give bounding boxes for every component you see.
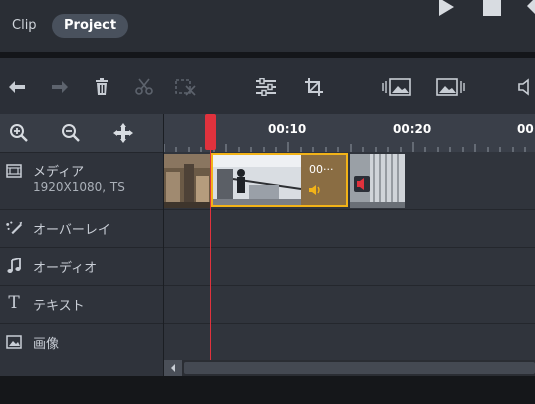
scroll-left-button[interactable]	[164, 360, 182, 376]
music-note-icon	[5, 257, 23, 275]
play-icon[interactable]	[434, 0, 458, 22]
top-bar: Clip Project	[0, 0, 535, 52]
lane-divider	[164, 247, 535, 248]
track-panel: メディア 1920X1080, TS オーバーレイ オーディオ T テキスト 画…	[0, 114, 163, 376]
redo-icon[interactable]	[48, 76, 72, 98]
scrollbar-thumb[interactable]	[184, 362, 535, 374]
track-row-text[interactable]: T テキスト	[0, 285, 163, 323]
fit-timeline-icon[interactable]	[112, 122, 134, 144]
delete-icon[interactable]	[90, 76, 114, 98]
track-row-image[interactable]: 画像	[0, 323, 163, 361]
zoom-in-icon[interactable]	[8, 122, 30, 144]
lane-divider	[164, 209, 535, 210]
playhead-line	[210, 114, 211, 360]
clip-thumbnail	[164, 154, 211, 208]
video-clip[interactable]	[350, 154, 405, 208]
fade-out-icon[interactable]	[436, 76, 466, 98]
zoom-out-icon[interactable]	[60, 122, 82, 144]
undo-icon[interactable]	[5, 76, 29, 98]
timeline-tracks[interactable]: 00···	[164, 152, 535, 360]
track-row-audio[interactable]: オーディオ	[0, 247, 163, 285]
selected-video-clip[interactable]: 00···	[211, 153, 348, 207]
track-label: 画像	[33, 337, 60, 352]
chevron-left-icon	[171, 364, 175, 372]
tab-clip[interactable]: Clip	[12, 14, 37, 38]
image-icon	[5, 333, 23, 351]
text-icon: T	[8, 293, 20, 313]
crop-icon[interactable]	[302, 76, 326, 98]
track-label: オーバーレイ	[33, 223, 111, 238]
fade-in-icon[interactable]	[382, 76, 412, 98]
ruler-tick-label: 00	[517, 122, 534, 136]
time-ruler[interactable]: 00:10 00:20 00	[164, 114, 535, 152]
skip-icon[interactable]	[523, 0, 535, 22]
adjust-icon[interactable]	[254, 76, 278, 98]
film-icon	[5, 162, 23, 180]
playhead-handle[interactable]	[205, 114, 216, 150]
track-row-media[interactable]: メディア 1920X1080, TS	[0, 152, 163, 209]
edit-toolbar	[0, 58, 535, 114]
track-label: テキスト	[33, 299, 85, 314]
split-icon[interactable]	[174, 76, 198, 98]
track-label: オーディオ	[33, 261, 98, 276]
overlay-icon	[5, 219, 23, 237]
track-label: メディア	[33, 165, 85, 180]
bottom-bar	[0, 376, 535, 404]
volume-icon[interactable]	[516, 76, 535, 98]
lane-divider	[164, 285, 535, 286]
video-clip[interactable]	[164, 154, 211, 208]
clip-thumbnail	[350, 154, 405, 208]
zoom-bar	[0, 114, 163, 152]
lane-divider	[164, 323, 535, 324]
clip-duration-label: 00···	[309, 163, 334, 176]
ruler-tick-label: 00:10	[268, 122, 307, 136]
cut-icon[interactable]	[132, 76, 156, 98]
tab-project[interactable]: Project	[52, 14, 129, 38]
ruler-ticks	[164, 142, 526, 152]
stop-icon[interactable]	[481, 0, 505, 22]
track-resolution: 1920X1080, TS	[33, 180, 125, 194]
ruler-tick-label: 00:20	[393, 122, 432, 136]
audio-speaker-icon[interactable]	[307, 183, 323, 197]
track-row-overlay[interactable]: オーバーレイ	[0, 209, 163, 247]
